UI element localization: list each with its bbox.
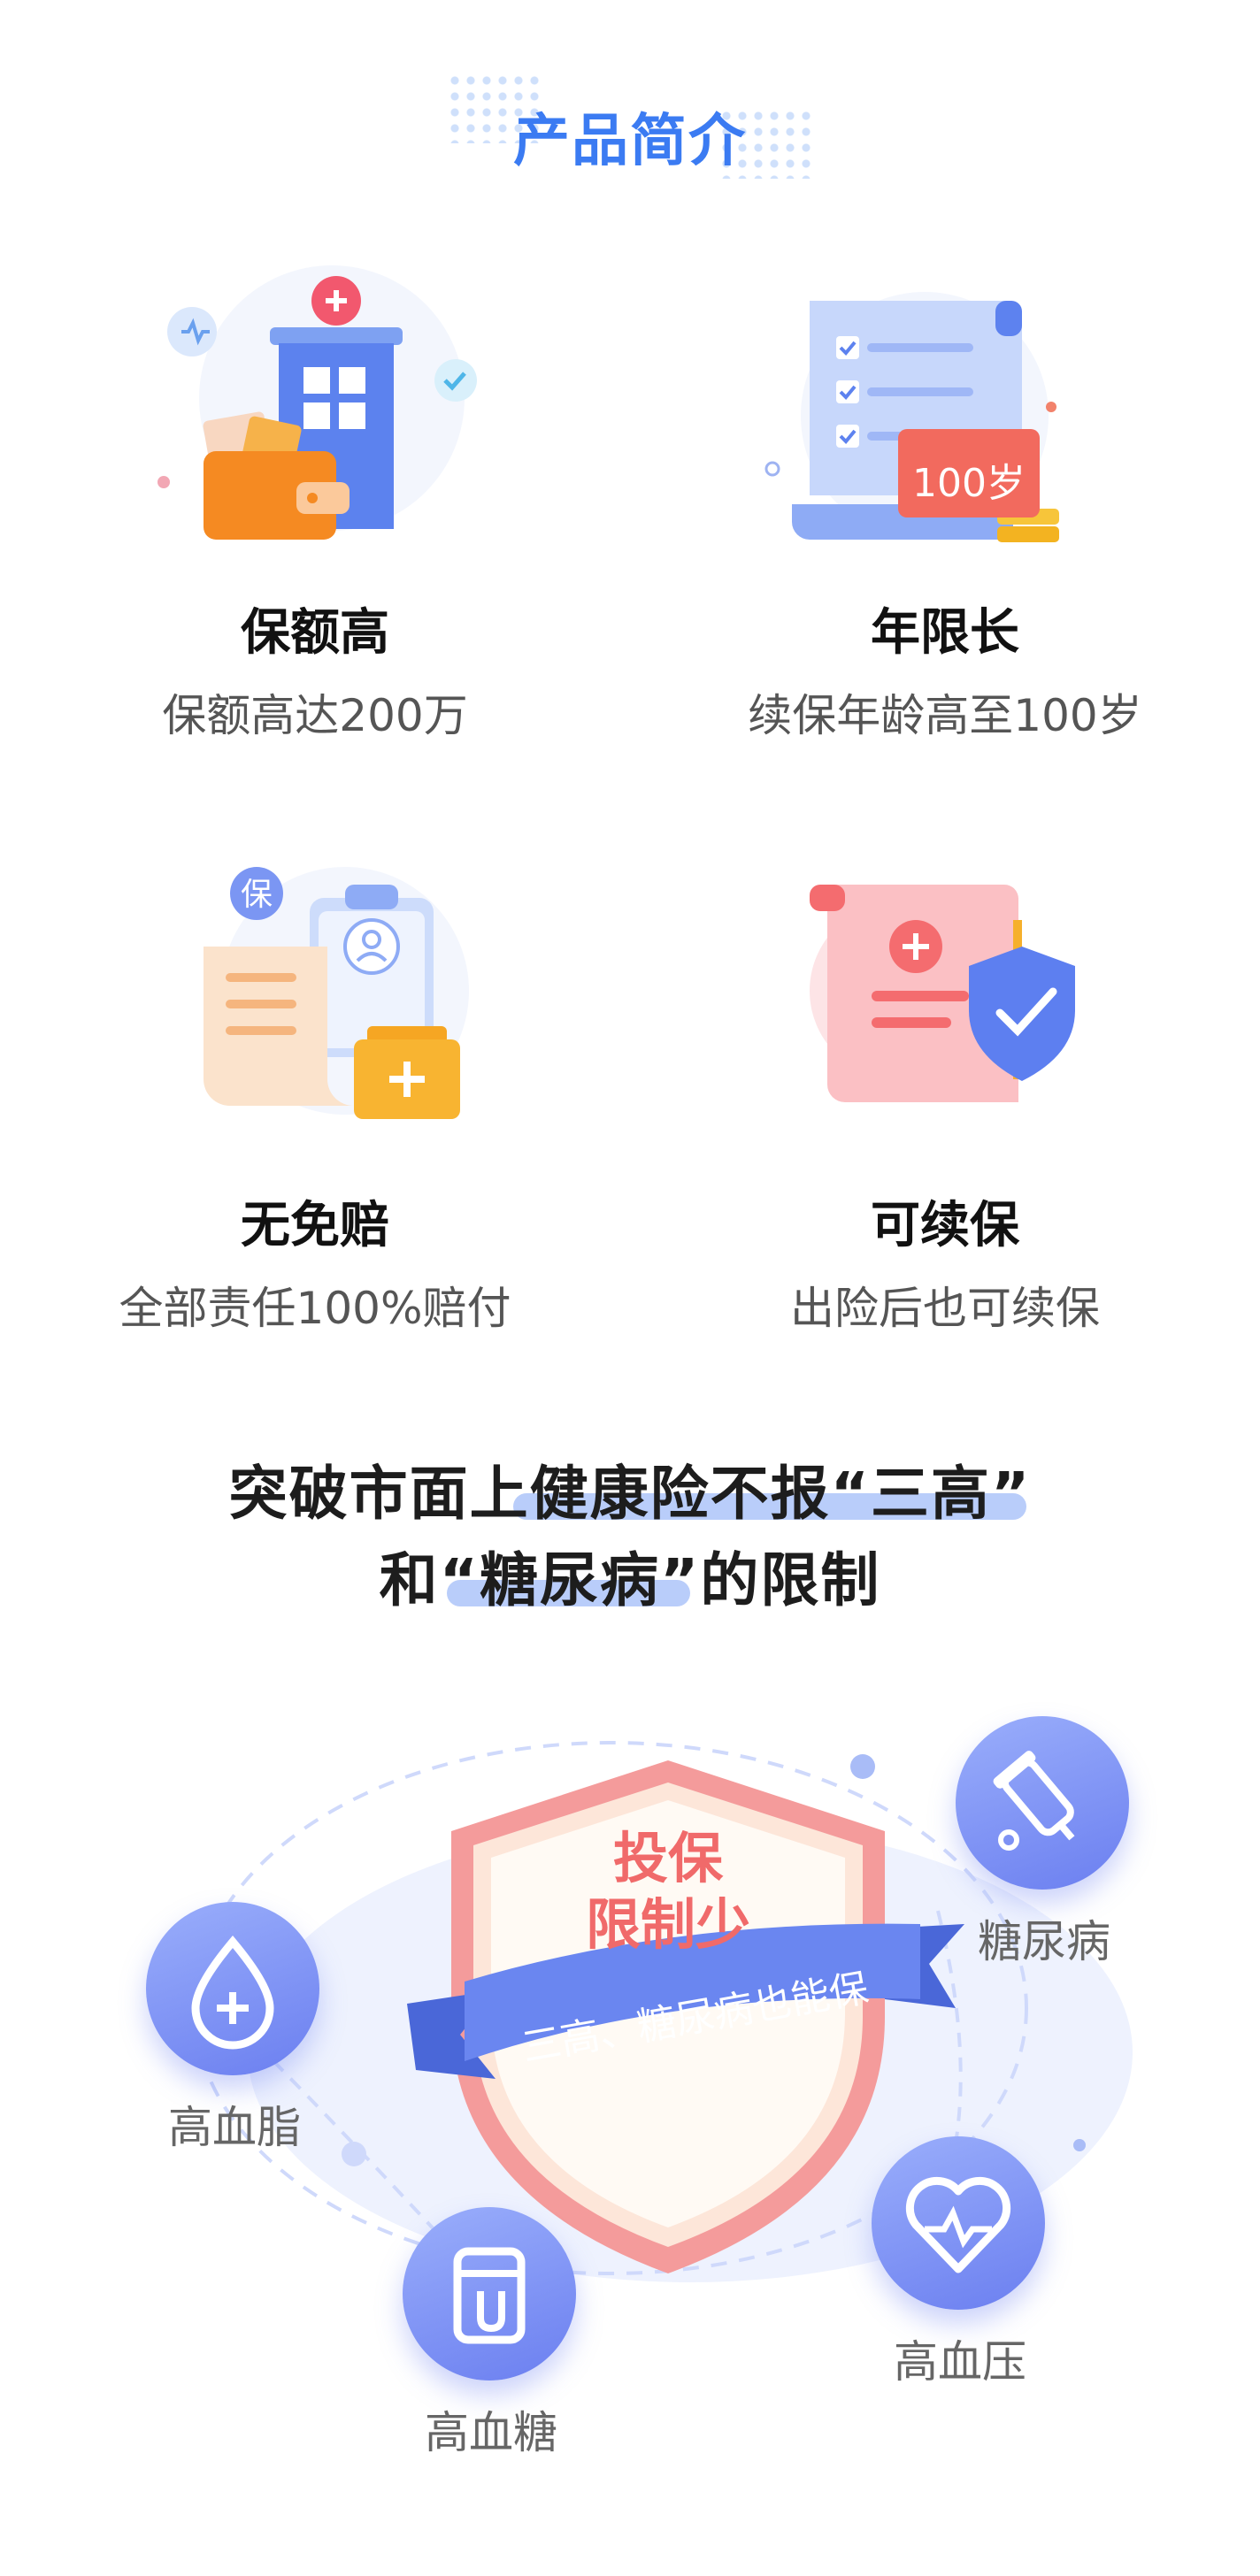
feature-title: 无免赔: [241, 1197, 389, 1254]
feature-card-coverage: 保额高 保额高达200万: [0, 593, 630, 744]
feature-title: 可续保: [871, 1197, 1019, 1254]
condition-label-sugar: 高血糖: [425, 2407, 557, 2458]
headline-line-2: 和“糖尿病”的限制: [379, 1546, 881, 1614]
feature-title: 年限长: [871, 604, 1019, 662]
conditions-diagram: 投保 限制少 三高、糖尿病也能保 糖尿病 高血脂 高血压 高血糖: [0, 1698, 1260, 2495]
feature-card-renewable: 可续保 出险后也可续保: [630, 1185, 1260, 1337]
feature-title: 保额高: [241, 604, 389, 662]
hospital-wallet-illustration: [155, 265, 491, 557]
renewal-document-illustration: 100岁: [757, 283, 1075, 566]
clipboard-medkit-illustration: 保: [186, 849, 478, 1132]
feature-desc: 全部责任100%赔付: [119, 1283, 511, 1334]
glucose-meter-icon: [403, 2207, 576, 2380]
feature-card-term: 年限长 续保年龄高至100岁: [630, 593, 1260, 744]
condition-label-pressure: 高血压: [894, 2336, 1026, 2388]
feature-desc: 出险后也可续保: [790, 1283, 1100, 1334]
document-shield-illustration: [801, 867, 1084, 1132]
feature-desc: 保额高达200万: [162, 690, 468, 741]
blood-drop-plus-icon: [146, 1902, 319, 2075]
age-badge: 100岁: [912, 461, 1026, 506]
dropper-icon: [956, 1716, 1129, 1890]
condition-label-lipid: 高血脂: [168, 2102, 301, 2153]
section-title: 产品简介: [513, 109, 747, 174]
headline-line-1: 突破市面上健康险不报“三高”: [228, 1460, 1032, 1528]
feature-card-deductible: 无免赔 全部责任100%赔付: [0, 1185, 630, 1337]
insurance-badge: 保: [240, 877, 273, 913]
feature-desc: 续保年龄高至100岁: [748, 690, 1142, 741]
condition-label-diabetes: 糖尿病: [978, 1916, 1110, 1967]
shield-title-2: 限制少: [585, 1892, 750, 1957]
heart-pulse-icon: [872, 2136, 1045, 2310]
